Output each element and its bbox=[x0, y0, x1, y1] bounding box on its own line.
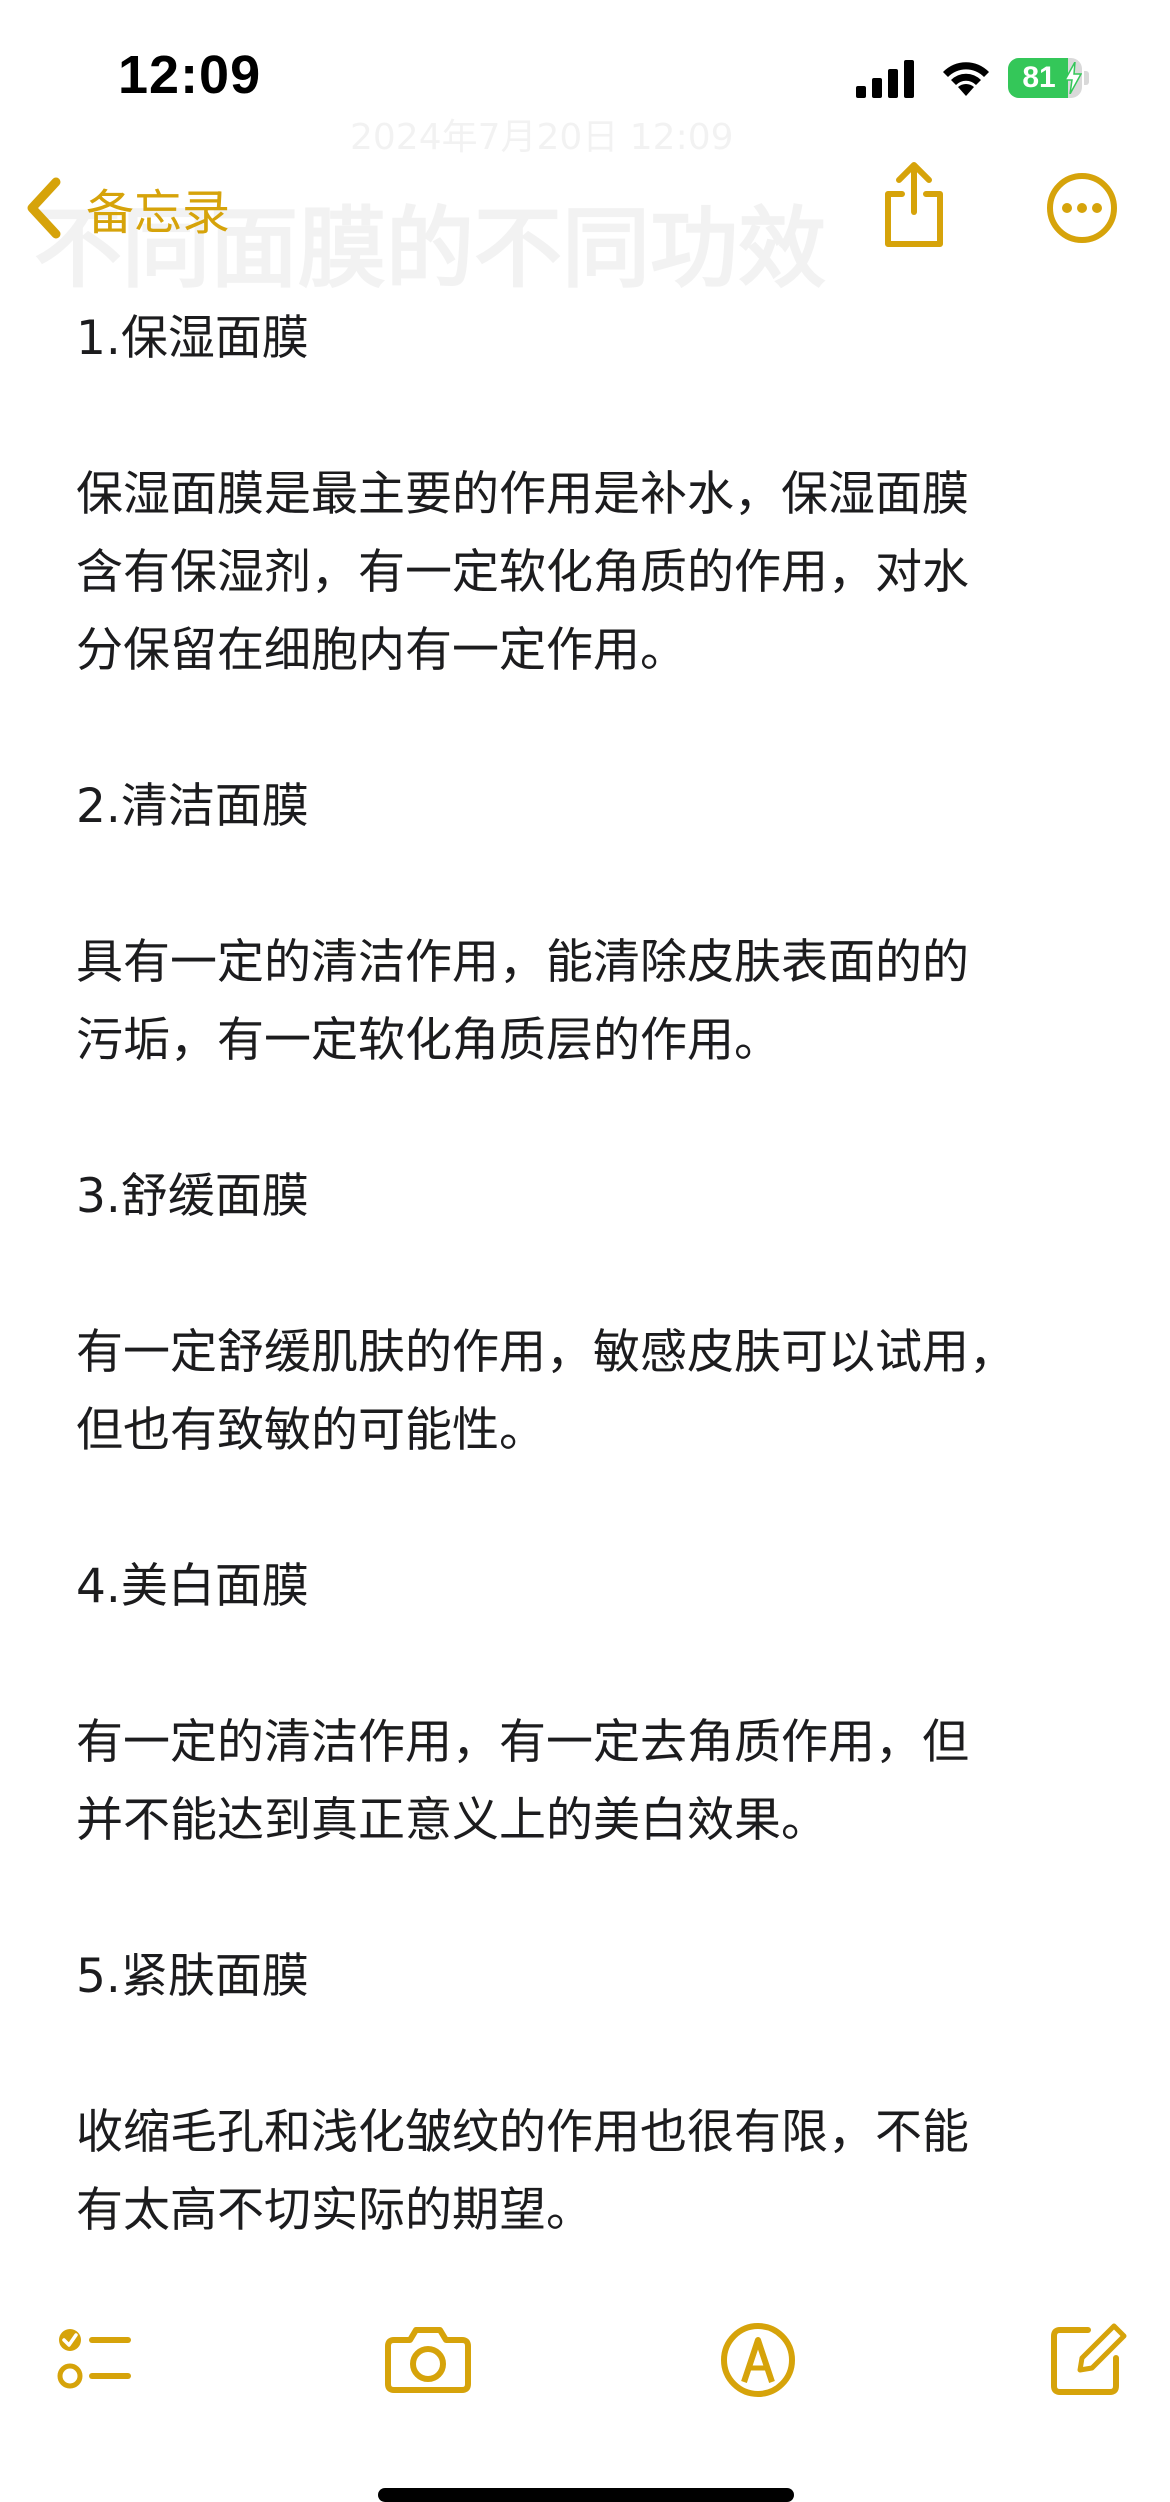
share-icon[interactable] bbox=[878, 160, 950, 250]
status-time: 12:09 bbox=[118, 45, 262, 105]
section-heading: 2.清洁面膜 bbox=[76, 779, 309, 834]
section-heading: 5.紧肤面膜 bbox=[76, 1949, 309, 2004]
bottom-toolbar bbox=[0, 2310, 1170, 2420]
back-button[interactable]: 备忘录 bbox=[22, 168, 230, 248]
back-label: 备忘录 bbox=[86, 185, 231, 241]
back-chevron-icon bbox=[27, 177, 61, 239]
note-paragraph-line: 污垢，有一定软化角质层的作用。 bbox=[76, 1013, 781, 1068]
note-paragraph-line: 并不能达到真正意义上的美白效果。 bbox=[76, 1793, 828, 1848]
markup-pen-icon[interactable] bbox=[710, 2310, 806, 2406]
note-paragraph-line: 有一定舒缓肌肤的作用，敏感皮肤可以试用， bbox=[76, 1325, 1016, 1380]
note-date-faded: 2024年7月20日 12:09 bbox=[350, 117, 734, 158]
note-paragraph-line: 收缩毛孔和浅化皱纹的作用也很有限，不能 bbox=[76, 2105, 969, 2160]
section-heading: 4.美白面膜 bbox=[76, 1559, 309, 1614]
note-paragraph-line: 但也有致敏的可能性。 bbox=[76, 1403, 546, 1458]
signal-icon bbox=[856, 60, 914, 98]
camera-icon[interactable] bbox=[380, 2310, 476, 2406]
note-paragraph-line: 保湿面膜是最主要的作用是补水，保湿面膜 bbox=[76, 467, 969, 522]
compose-icon[interactable] bbox=[1040, 2310, 1136, 2406]
battery-level: 81 bbox=[1022, 61, 1056, 94]
home-indicator[interactable] bbox=[378, 2488, 794, 2502]
battery-icon: 81 bbox=[1008, 58, 1089, 98]
note-paragraph-line: 有一定的清洁作用，有一定去角质作用，但 bbox=[76, 1715, 969, 1770]
section-heading: 3.舒缓面膜 bbox=[76, 1169, 309, 1224]
checklist-icon[interactable] bbox=[44, 2310, 140, 2406]
note-paragraph-line: 有太高不切实际的期望。 bbox=[76, 2183, 593, 2238]
charging-bolt-icon bbox=[1064, 62, 1082, 94]
more-ellipsis-icon[interactable] bbox=[1046, 172, 1118, 244]
note-paragraph-line: 具有一定的清洁作用，能清除皮肤表面的的 bbox=[76, 935, 969, 990]
wifi-icon bbox=[943, 62, 989, 96]
note-paragraph-line: 分保留在细胞内有一定作用。 bbox=[76, 623, 687, 678]
section-heading: 1.保湿面膜 bbox=[76, 311, 309, 366]
note-paragraph-line: 含有保湿剂，有一定软化角质的作用，对水 bbox=[76, 545, 969, 600]
